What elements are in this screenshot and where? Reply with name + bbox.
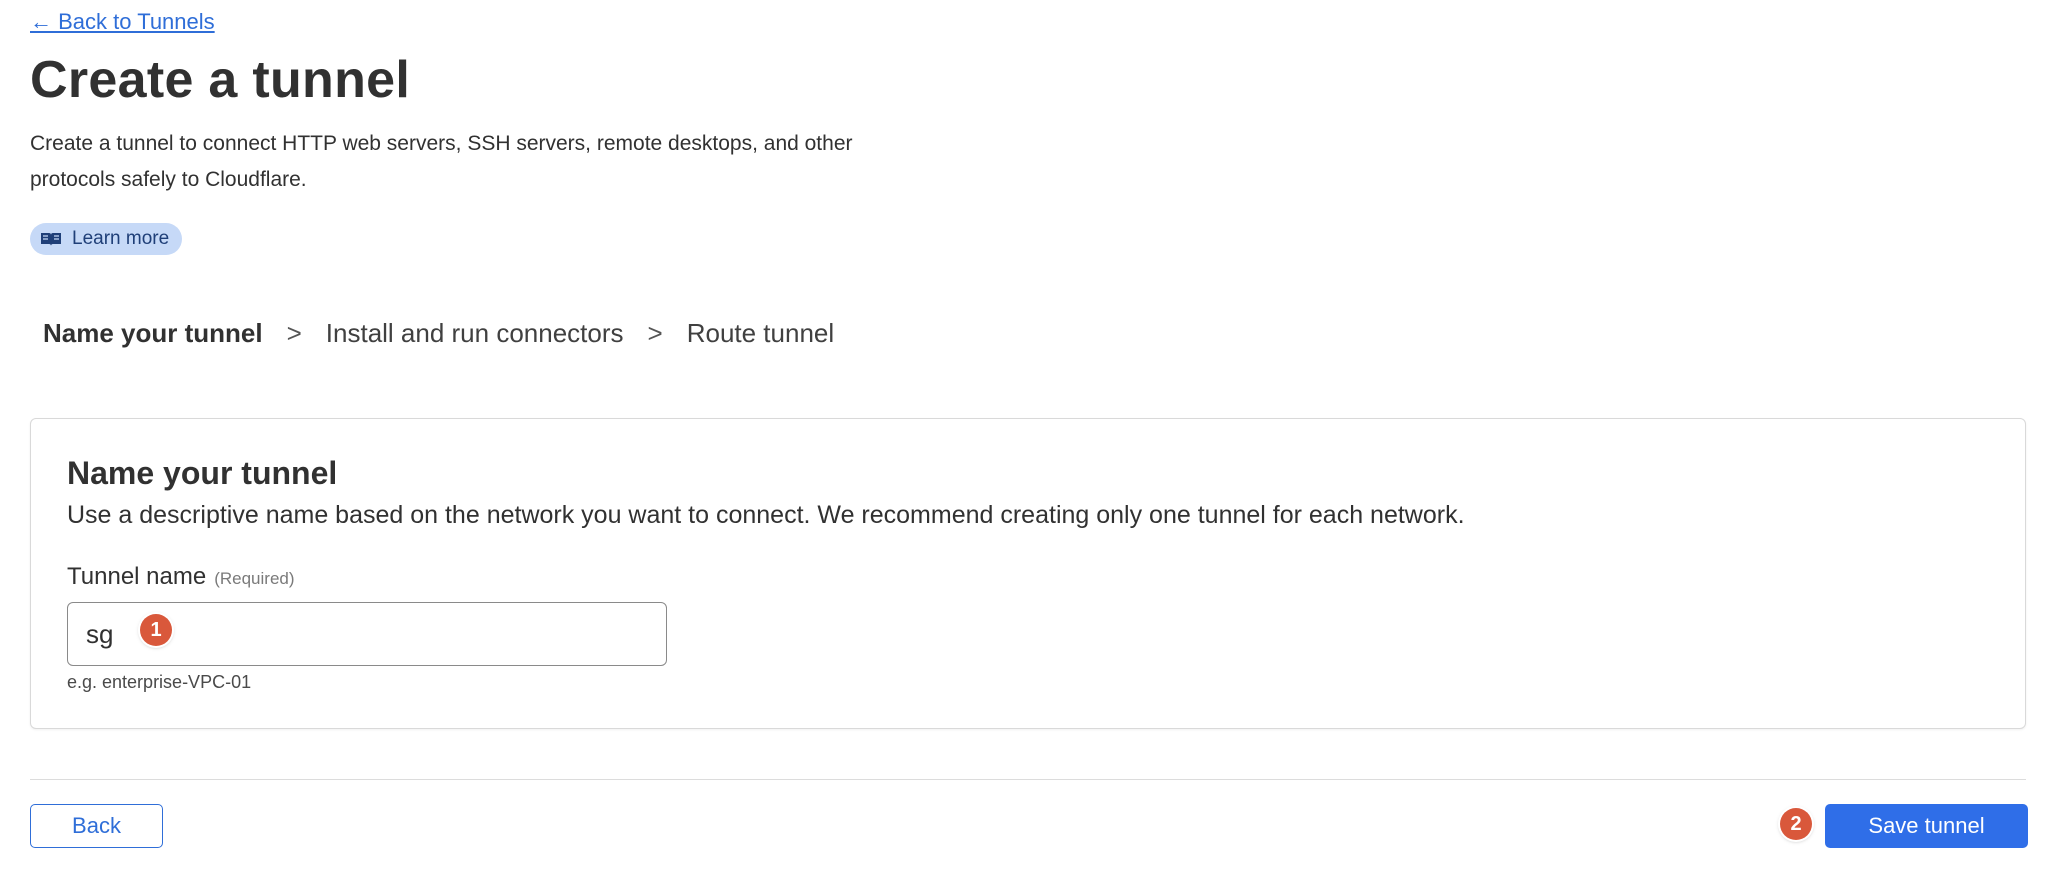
step-name-your-tunnel: Name your tunnel: [43, 318, 263, 348]
save-tunnel-button[interactable]: Save tunnel: [1825, 804, 2028, 848]
stepper: Name your tunnel > Install and run conne…: [43, 318, 834, 349]
step-install-and-run-connectors: Install and run connectors: [325, 318, 624, 348]
page-description: Create a tunnel to connect HTTP web serv…: [30, 126, 930, 198]
page-description-line-1: Create a tunnel to connect HTTP web serv…: [30, 132, 853, 155]
learn-more-button[interactable]: Learn more: [30, 223, 183, 255]
annotation-marker-1: 1: [140, 614, 172, 646]
required-indicator: (Required): [214, 569, 295, 588]
step-route-tunnel: Route tunnel: [686, 318, 835, 348]
page-description-line-2: protocols safely to Cloudflare.: [30, 168, 307, 191]
back-to-tunnels-link[interactable]: ← Back to Tunnels: [30, 9, 215, 35]
learn-more-label: Learn more: [72, 228, 170, 249]
step-separator: >: [647, 318, 663, 348]
card-title: Name your tunnel: [67, 455, 338, 491]
footer-divider: [30, 779, 2026, 780]
step-separator: >: [286, 318, 302, 348]
page-title: Create a tunnel: [30, 51, 411, 109]
tunnel-name-label: Tunnel name (Required): [67, 563, 295, 591]
book-icon: [41, 233, 61, 246]
back-button[interactable]: Back: [30, 804, 163, 848]
tunnel-name-hint: e.g. enterprise-VPC-01: [67, 672, 252, 692]
name-tunnel-card: Name your tunnel Use a descriptive name …: [30, 418, 2026, 729]
tunnel-name-label-text: Tunnel name: [67, 563, 207, 590]
card-description: Use a descriptive name based on the netw…: [67, 501, 1465, 529]
annotation-marker-2: 2: [1780, 808, 1812, 840]
